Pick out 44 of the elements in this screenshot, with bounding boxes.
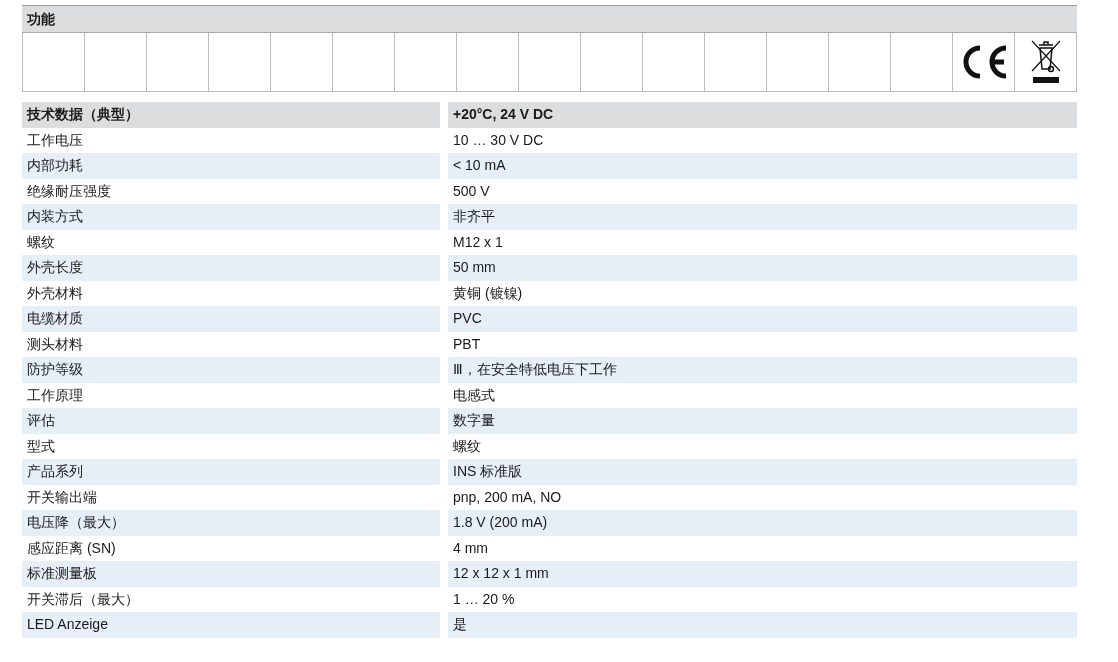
spec-label: 型式 (26, 436, 56, 456)
spec-label: 外壳材料 (26, 283, 84, 303)
spec-value: INS 标准版 (448, 459, 1077, 485)
spec-label: 防护等级 (22, 357, 440, 383)
spec-value: 电感式 (452, 385, 496, 405)
spec-value: 12 x 12 x 1 mm (448, 561, 1077, 587)
spec-value: PVC (448, 306, 1077, 332)
crossed-bin-icon (1029, 39, 1062, 85)
spec-value: 黄铜 (镀镍) (452, 283, 524, 303)
spec-value: 数字量 (448, 408, 1077, 434)
spec-label: 标准测量板 (22, 561, 440, 587)
spec-value: 螺纹 (452, 436, 482, 456)
spec-label: 绝缘耐压强度 (26, 181, 112, 201)
spec-label: 评估 (22, 408, 440, 434)
spec-value: Ⅲ，在安全特低电压下工作 (448, 357, 1077, 383)
spec-header-value: +20°C, 24 V DC (448, 102, 1077, 128)
spec-label: 测头材料 (26, 334, 84, 354)
spec-label: 工作原理 (26, 385, 84, 405)
spec-value: 1.8 V (200 mA) (448, 510, 1077, 536)
spec-label: 产品系列 (22, 459, 440, 485)
spec-label: 开关滞后（最大） (26, 589, 140, 609)
spec-value: 50 mm (448, 255, 1077, 281)
panel-title: 功能 (22, 6, 1077, 33)
spec-value: 500 V (452, 181, 491, 201)
spec-label: 内部功耗 (22, 153, 440, 179)
spec-label: 工作电压 (26, 130, 84, 150)
spec-label: 外壳长度 (22, 255, 440, 281)
spec-label: 内装方式 (22, 204, 440, 230)
spec-value: 非齐平 (448, 204, 1077, 230)
spec-header-label: 技术数据（典型） (22, 102, 440, 128)
spec-label: 电压降（最大） (22, 510, 440, 536)
spec-value: 4 mm (452, 538, 489, 558)
spec-value: 10 … 30 V DC (452, 130, 545, 150)
spec-label: LED Anzeige (22, 612, 440, 638)
spec-value: PBT (452, 334, 482, 354)
spec-value: 1 … 20 % (452, 589, 516, 609)
spec-label: 开关输出端 (26, 487, 98, 507)
spec-label: 螺纹 (26, 232, 56, 252)
spec-value: < 10 mA (448, 153, 1077, 179)
spec-label: 电缆材质 (22, 306, 440, 332)
spec-value: M12 x 1 (452, 232, 504, 252)
spec-value: pnp, 200 mA, NO (452, 487, 563, 507)
spec-label: 感应距离 (SN) (26, 538, 117, 558)
spec-value: 是 (448, 612, 1077, 638)
